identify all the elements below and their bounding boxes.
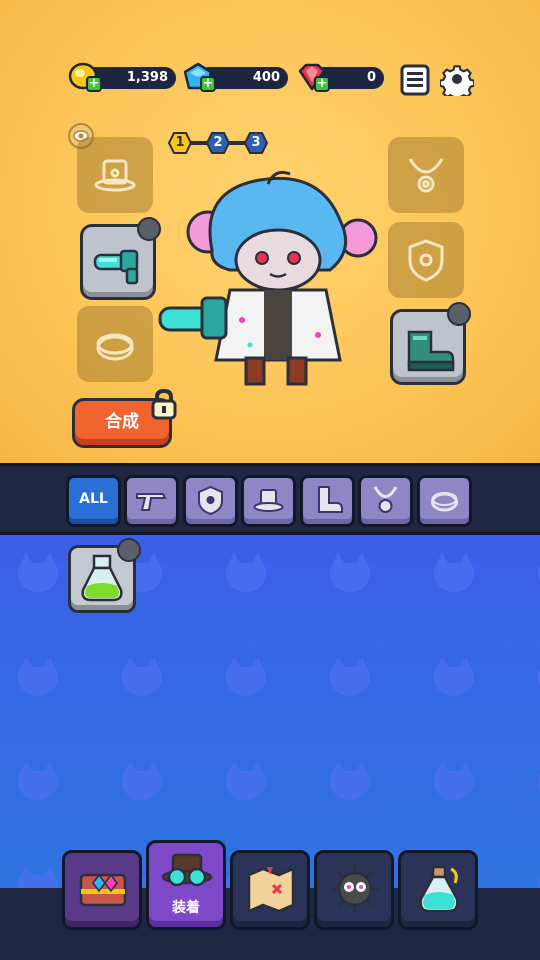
lock-icon: [151, 388, 177, 420]
level-badge-3[interactable]: 3: [243, 132, 269, 154]
filter-tab-necklace[interactable]: [358, 475, 413, 527]
potion-flask-icon: [419, 865, 459, 913]
treasure-chest-icon: [79, 873, 127, 907]
inventory-item-potion[interactable]: [68, 538, 141, 613]
blaster-gun-icon: [93, 249, 139, 285]
boots-badge-icon: [447, 302, 471, 326]
level-label-2: 2: [213, 135, 223, 150]
ring-slot[interactable]: [77, 306, 153, 382]
filter-tab-hat[interactable]: [241, 475, 296, 527]
ruby-plus-icon[interactable]: +: [314, 76, 330, 92]
hat-slot[interactable]: [77, 137, 153, 213]
filter-tab-armor[interactable]: [183, 475, 238, 527]
armor-slot[interactable]: [388, 222, 464, 298]
hat-icon: [94, 159, 136, 192]
nav-equip-button[interactable]: 装着: [146, 840, 226, 930]
necklace-icon: [408, 158, 444, 193]
virus-creature-icon: [331, 865, 379, 913]
level-label-3: 3: [251, 135, 261, 150]
necklace-icon: [373, 486, 398, 513]
hero-character: [158, 170, 378, 386]
crystal-resource[interactable]: 400 +: [182, 62, 288, 92]
nav-pet-button[interactable]: [314, 850, 394, 930]
filter-tab-ring[interactable]: [417, 475, 472, 527]
ring-icon: [431, 492, 458, 512]
boot-icon: [318, 486, 343, 513]
gun-icon: [136, 493, 167, 511]
inventory-grid: [0, 535, 540, 890]
treasure-map-icon: [247, 867, 295, 913]
filter-tab-boots[interactable]: [300, 475, 355, 527]
filter-tab-weapon[interactable]: [124, 475, 179, 527]
ring-icon: [96, 333, 134, 361]
crystal-plus-icon[interactable]: +: [200, 76, 216, 92]
category-filter-bar: ALL: [0, 463, 540, 535]
gold-plus-icon[interactable]: +: [86, 76, 102, 92]
nav-potion-button[interactable]: [398, 850, 478, 930]
shield-icon: [408, 239, 444, 282]
green-boots-icon: [407, 330, 455, 372]
level-label-1: 1: [175, 135, 185, 150]
potion-badge-icon: [117, 538, 141, 562]
level-badge-2[interactable]: 2: [205, 132, 231, 154]
gear-icon[interactable]: [440, 62, 474, 96]
ruby-resource[interactable]: 0 +: [296, 63, 384, 92]
nav-map-button[interactable]: [230, 850, 310, 930]
filter-all-label: ALL: [79, 491, 108, 507]
weapon-slot[interactable]: [80, 217, 161, 300]
filter-tab-all[interactable]: ALL: [66, 475, 121, 527]
shield-icon: [198, 485, 223, 516]
level-badge-1[interactable]: 1: [167, 132, 193, 154]
nav-equip-label: 装着: [172, 900, 200, 916]
gold-resource[interactable]: 1,398 +: [68, 62, 176, 92]
nav-shop-button[interactable]: [62, 850, 142, 930]
equipment-area: 1,398 + 400 + 0 + 1 2 3 合成: [0, 0, 540, 463]
necklace-slot[interactable]: [388, 137, 464, 213]
hat-icon: [253, 489, 284, 512]
boots-slot[interactable]: [390, 302, 471, 385]
list-menu-icon[interactable]: [398, 62, 432, 96]
